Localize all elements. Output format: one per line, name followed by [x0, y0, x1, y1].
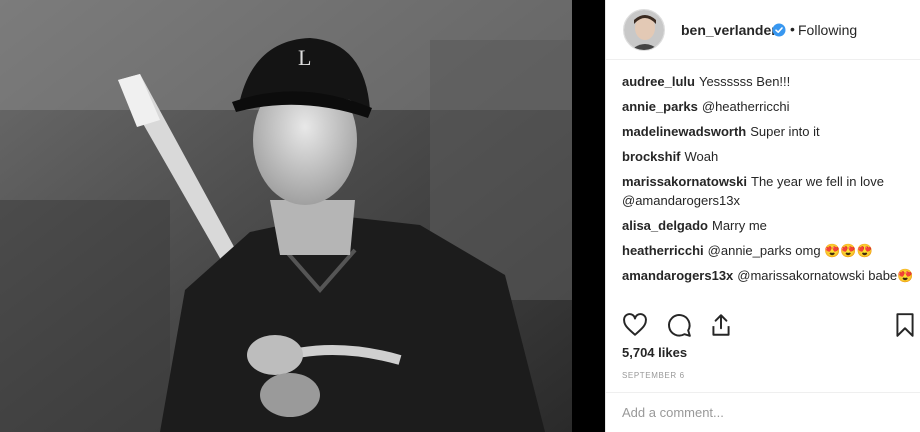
post-media: L	[0, 0, 605, 432]
comment-username[interactable]: amandarogers13x	[622, 268, 733, 283]
bookmark-icon[interactable]	[892, 312, 918, 338]
comment-bubble-icon[interactable]	[666, 312, 692, 338]
comment-item: marissakornatowski The year we fell in lo…	[622, 172, 914, 210]
comment-username[interactable]: audree_lulu	[622, 74, 695, 89]
comment-username[interactable]: alisa_delgado	[622, 218, 708, 233]
comment-username[interactable]: madelinewadsworth	[622, 124, 746, 139]
action-bar	[620, 310, 920, 342]
post-photo: L	[0, 0, 572, 432]
avatar-image	[624, 10, 664, 50]
svg-text:L: L	[298, 45, 311, 70]
comment-item: annie_parks @heatherricchi	[622, 97, 914, 116]
comments-list: audree_lulu Yessssss Ben!!! annie_parks @h…	[622, 72, 914, 291]
comment-composer	[606, 392, 920, 432]
comment-input[interactable]	[622, 405, 902, 420]
heart-icon[interactable]	[622, 312, 648, 338]
comment-item: heatherricchi @annie_parks omg 😍😍😍	[622, 241, 914, 260]
post-sidebar: ben_verlander • Following audree_lulu Yes…	[605, 0, 920, 432]
share-icon[interactable]	[708, 312, 734, 338]
post-username[interactable]: ben_verlander	[681, 22, 777, 38]
verified-badge-icon	[772, 23, 786, 37]
comment-username[interactable]: heatherricchi	[622, 243, 704, 258]
comment-item: audree_lulu Yessssss Ben!!!	[622, 72, 914, 91]
post-date: SEPTEMBER 6	[622, 371, 685, 380]
comment-text: Yessssss Ben!!!	[698, 74, 791, 89]
comment-item: brockshif Woah	[622, 147, 914, 166]
comment-text: @marissakornatowski babe😍	[737, 268, 914, 283]
comment-username[interactable]: marissakornatowski	[622, 174, 747, 189]
comment-username[interactable]: annie_parks	[622, 99, 698, 114]
header-separator: •	[790, 21, 795, 37]
comment-text: Marry me	[711, 218, 767, 233]
comment-text: @heatherricchi	[701, 99, 790, 114]
comment-item: alisa_delgado Marry me	[622, 216, 914, 235]
likes-count[interactable]: 5,704 likes	[622, 345, 687, 360]
comment-item: madelinewadsworth Super into it	[622, 122, 914, 141]
comment-text: Super into it	[750, 124, 820, 139]
comment-text: Woah	[684, 149, 719, 164]
comment-username[interactable]: brockshif	[622, 149, 681, 164]
avatar[interactable]	[623, 9, 665, 51]
comment-text: @annie_parks omg 😍😍😍	[707, 243, 873, 258]
comment-item: amandarogers13x @marissakornatowski babe😍	[622, 266, 914, 285]
post-header: ben_verlander • Following	[606, 0, 920, 60]
following-button[interactable]: Following	[798, 22, 857, 38]
